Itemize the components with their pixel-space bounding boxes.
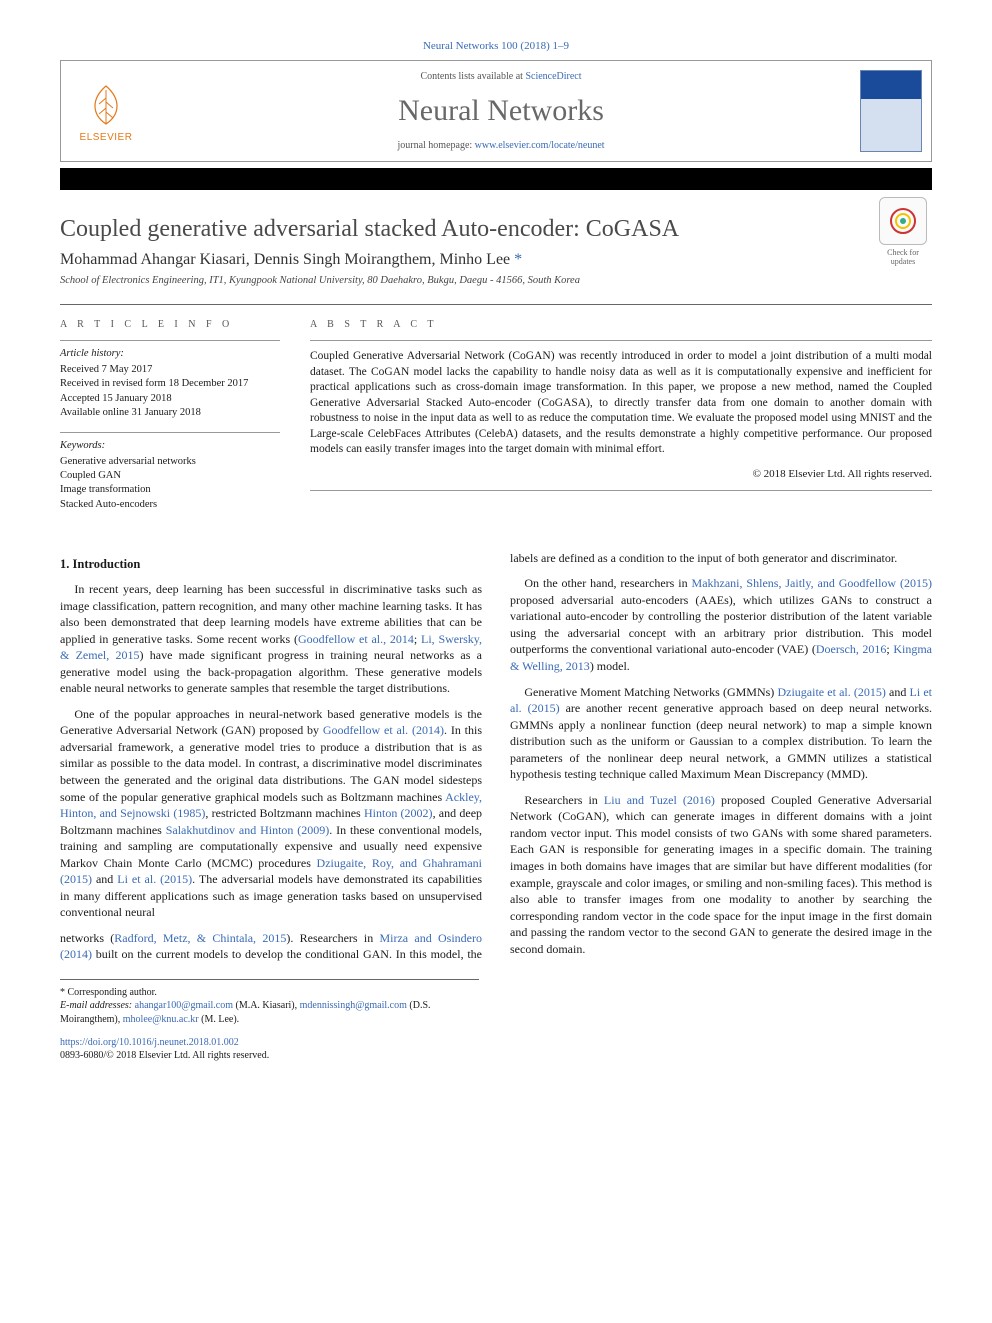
article-history: Article history: Received 7 May 2017 Rec… [60, 340, 280, 420]
citation-link[interactable]: Dziugaite et al. (2015) [777, 685, 885, 699]
crossmark-label: Check for updates [887, 248, 919, 266]
contents-prefix: Contents lists available at [420, 71, 525, 82]
keyword: Generative adversarial networks [60, 455, 280, 469]
crossmark-icon [888, 206, 918, 236]
abstract-heading: a b s t r a c t [310, 319, 932, 330]
abstract-text: Coupled Generative Adversarial Network (… [310, 340, 932, 458]
text-run: ) model. [590, 659, 630, 673]
text-run: proposed Coupled Generative Adversarial … [510, 793, 932, 956]
citation-link[interactable]: Goodfellow et al., 2014 [298, 632, 414, 646]
citation-link[interactable]: Makhzani, Shlens, Jaitly, and Goodfellow… [692, 576, 932, 590]
doi-block: https://doi.org/10.1016/j.neunet.2018.01… [60, 1036, 932, 1062]
elsevier-tree-icon [81, 80, 131, 130]
keyword: Coupled GAN [60, 469, 280, 483]
authors-text: Mohammad Ahangar Kiasari, Dennis Singh M… [60, 251, 510, 268]
text-run: and [886, 685, 910, 699]
history-head: Article history: [60, 347, 280, 361]
text-run: Researchers in [524, 793, 604, 807]
divider-bar [60, 168, 932, 190]
text-run: Generative Moment Matching Networks (GMM… [524, 685, 777, 699]
text-run: and [92, 872, 117, 886]
journal-reference: Neural Networks 100 (2018) 1–9 [60, 40, 932, 52]
history-line: Received in revised form 18 December 201… [60, 377, 280, 391]
article-info-heading: a r t i c l e i n f o [60, 319, 280, 330]
email-link[interactable]: ahangar100@gmail.com [135, 1000, 233, 1011]
citation-link[interactable]: Goodfellow et al. (2014) [323, 723, 444, 737]
citation-link[interactable]: Hinton (2002) [364, 806, 433, 820]
section-heading: 1. Introduction [60, 556, 482, 573]
citation-link[interactable]: Salakhutdinov and Hinton (2009) [166, 823, 330, 837]
email-link[interactable]: mdennissingh@gmail.com [300, 1000, 407, 1011]
emails-label: E-mail addresses: [60, 1000, 132, 1011]
journal-cover-thumbnail [851, 61, 931, 161]
citation-link[interactable]: Liu and Tuzel (2016) [604, 793, 715, 807]
text-run: are another recent generative approach b… [510, 701, 932, 781]
paragraph: One of the popular approaches in neural-… [60, 706, 482, 921]
issn-copyright: 0893-6080/© 2018 Elsevier Ltd. All right… [60, 1050, 269, 1061]
text-run: , restricted Boltzmann machines [205, 806, 364, 820]
text-run: On the other hand, researchers in [524, 576, 691, 590]
contents-available-line: Contents lists available at ScienceDirec… [159, 71, 843, 82]
text-run: networks ( [60, 931, 114, 945]
sciencedirect-link[interactable]: ScienceDirect [525, 71, 581, 82]
corresponding-marker[interactable]: * [514, 251, 522, 268]
footnotes: * Corresponding author. E-mail addresses… [60, 979, 479, 1027]
affiliation: School of Electronics Engineering, IT1, … [60, 275, 932, 286]
paragraph: Researchers in Liu and Tuzel (2016) prop… [510, 792, 932, 957]
article-info-panel: a r t i c l e i n f o Article history: R… [60, 319, 280, 524]
cover-image-placeholder [860, 70, 922, 152]
email-link[interactable]: mholee@knu.ac.kr [123, 1014, 199, 1025]
crossmark-badge[interactable]: Check for updates [874, 197, 932, 266]
history-line: Accepted 15 January 2018 [60, 392, 280, 406]
paragraph: On the other hand, researchers in Makhza… [510, 575, 932, 674]
article-body: 1. Introduction In recent years, deep le… [60, 550, 932, 965]
keywords-block: Keywords: Generative adversarial network… [60, 432, 280, 512]
corresponding-note: * Corresponding author. [60, 986, 479, 1000]
paragraph: Generative Moment Matching Networks (GMM… [510, 684, 932, 783]
keyword: Image transformation [60, 483, 280, 497]
text-run: ; [414, 632, 421, 646]
history-line: Received 7 May 2017 [60, 363, 280, 377]
publisher-logo: ELSEVIER [61, 61, 151, 161]
citation-link[interactable]: Li et al. (2015) [117, 872, 192, 886]
abstract-copyright: © 2018 Elsevier Ltd. All rights reserved… [310, 468, 932, 491]
text-run: ). Researchers in [286, 931, 379, 945]
keywords-head: Keywords: [60, 439, 280, 453]
journal-homepage-link[interactable]: www.elsevier.com/locate/neunet [475, 140, 605, 151]
email-name: (M. Lee). [199, 1014, 240, 1025]
author-list: Mohammad Ahangar Kiasari, Dennis Singh M… [60, 251, 932, 269]
publisher-brand-text: ELSEVIER [80, 132, 133, 143]
paragraph: In recent years, deep learning has been … [60, 581, 482, 697]
email-name: (M.A. Kiasari), [233, 1000, 300, 1011]
abstract-panel: a b s t r a c t Coupled Generative Adver… [310, 319, 932, 524]
homepage-prefix: journal homepage: [397, 140, 474, 151]
email-line: E-mail addresses: ahangar100@gmail.com (… [60, 999, 479, 1026]
journal-header: ELSEVIER Contents lists available at Sci… [60, 60, 932, 162]
keyword: Stacked Auto-encoders [60, 498, 280, 512]
citation-link[interactable]: Doersch, 2016 [816, 642, 887, 656]
doi-link[interactable]: https://doi.org/10.1016/j.neunet.2018.01… [60, 1037, 239, 1048]
journal-title: Neural Networks [159, 94, 843, 128]
article-title: Coupled generative adversarial stacked A… [60, 216, 932, 243]
journal-homepage-line: journal homepage: www.elsevier.com/locat… [159, 140, 843, 151]
history-line: Available online 31 January 2018 [60, 406, 280, 420]
citation-link[interactable]: Radford, Metz, & Chintala, 2015 [114, 931, 286, 945]
